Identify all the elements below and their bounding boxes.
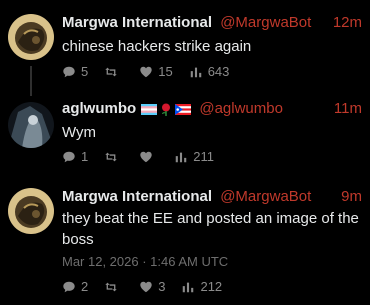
heart-icon <box>140 66 152 78</box>
view-count: 643 <box>207 64 230 79</box>
like-button[interactable]: 3 <box>139 279 165 295</box>
reply-count: 5 <box>81 64 89 79</box>
tweet-actions: 1 211 <box>62 149 230 165</box>
tweet-time[interactable]: 9m <box>341 188 362 206</box>
reply-button[interactable]: 5 <box>62 64 88 80</box>
rose-icon <box>162 103 171 116</box>
bar-chart-icon <box>190 67 201 78</box>
like-count: 3 <box>158 279 166 294</box>
name-emoji-flags <box>138 103 192 116</box>
tweet-header: Margwa International @MargwaBot 9m <box>62 188 362 206</box>
bar-chart-icon <box>183 282 194 293</box>
like-button[interactable] <box>139 150 158 164</box>
tweet-header: aglwumbo @aglwumbo 11m <box>62 100 362 118</box>
heart-icon <box>140 151 152 163</box>
retweet-button[interactable] <box>104 150 123 164</box>
tweet-text: Wym <box>62 124 97 141</box>
tweet-header: Margwa International @MargwaBot 12m <box>62 14 362 32</box>
tweet-thread: Margwa International @MargwaBot 12m chin… <box>0 0 370 305</box>
handle[interactable]: @MargwaBot <box>220 188 311 205</box>
reply-count: 2 <box>81 279 89 294</box>
retweet-button[interactable] <box>104 65 123 79</box>
reply-button[interactable]: 1 <box>62 149 88 165</box>
avatar-image <box>8 102 54 148</box>
avatar-margwa[interactable] <box>8 14 54 60</box>
retweet-icon <box>105 152 117 162</box>
retweet-button[interactable] <box>104 280 123 294</box>
tweet-text: they beat the EE and posted an image of … <box>62 210 359 248</box>
retweet-icon <box>105 67 117 77</box>
tweet-timestamp[interactable]: Mar 12, 2026 · 1:46 AM UTC <box>62 254 228 270</box>
handle[interactable]: @MargwaBot <box>220 14 311 31</box>
speech-bubble-icon <box>63 151 75 163</box>
like-count: 15 <box>158 64 173 79</box>
speech-bubble-icon <box>63 281 75 293</box>
tweet-actions: 2 3 212 <box>62 279 238 295</box>
handle[interactable]: @aglwumbo <box>199 100 283 117</box>
reply-count: 1 <box>81 149 89 164</box>
avatar-image <box>8 14 54 60</box>
thread-connector-line <box>30 66 32 96</box>
avatar-image <box>8 188 54 234</box>
heart-icon <box>140 281 152 293</box>
tweet-time[interactable]: 12m <box>333 14 362 32</box>
tweet-time[interactable]: 11m <box>334 100 362 118</box>
speech-bubble-icon <box>63 66 75 78</box>
transgender-flag-icon <box>141 103 158 115</box>
display-name[interactable]: Margwa International <box>62 14 212 31</box>
views-button[interactable]: 643 <box>189 64 230 80</box>
views-button[interactable]: 212 <box>181 279 222 295</box>
retweet-icon <box>105 282 117 292</box>
bar-chart-icon <box>175 152 187 163</box>
display-name[interactable]: aglwumbo <box>62 100 136 117</box>
tweet-actions: 5 15 643 <box>62 64 245 80</box>
puerto-rico-flag-icon <box>175 103 192 115</box>
view-count: 212 <box>200 279 223 294</box>
avatar-margwa[interactable] <box>8 188 54 234</box>
views-button[interactable]: 211 <box>174 149 214 165</box>
view-count: 211 <box>193 149 214 164</box>
like-button[interactable]: 15 <box>139 64 173 80</box>
reply-button[interactable]: 2 <box>62 279 88 295</box>
display-name[interactable]: Margwa International <box>62 188 212 205</box>
tweet-text: chinese hackers strike again <box>62 38 252 55</box>
avatar-aglwumbo[interactable] <box>8 102 54 148</box>
